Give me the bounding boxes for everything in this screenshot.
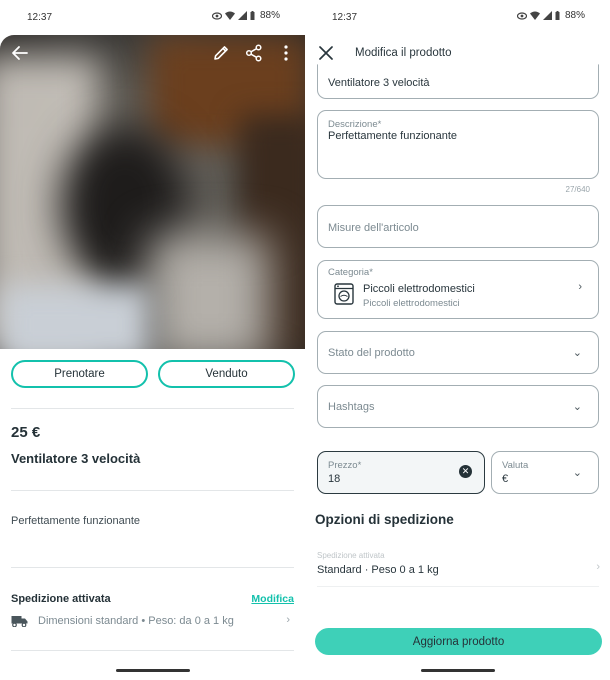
measures-placeholder: Misure dell'articolo xyxy=(328,222,419,234)
hashtags-select[interactable]: Hashtags ⌄ xyxy=(317,385,599,428)
title-field[interactable]: Ventilatore 3 velocità xyxy=(317,64,599,99)
signal-icon xyxy=(542,11,552,20)
back-arrow-icon[interactable] xyxy=(10,43,30,63)
shipping-option-value[interactable]: Standard · Peso 0 a 1 kg xyxy=(317,564,439,576)
divider xyxy=(11,490,294,491)
divider xyxy=(317,586,599,587)
hashtags-placeholder: Hashtags xyxy=(328,401,375,413)
washing-machine-icon xyxy=(334,283,354,310)
close-icon[interactable] xyxy=(319,46,333,65)
battery-icon xyxy=(555,11,560,20)
condition-select[interactable]: Stato del prodotto ⌄ xyxy=(317,331,599,374)
product-detail-screen: 12:37 88% Prenotare Venduto 25 € Ventila… xyxy=(0,0,305,680)
product-price: 25 € xyxy=(11,424,41,441)
shipping-details-row[interactable]: Dimensioni standard • Peso: da 0 a 1 kg … xyxy=(11,613,294,629)
sold-button[interactable]: Venduto xyxy=(158,360,295,388)
chevron-down-icon: ⌄ xyxy=(572,401,582,413)
edit-product-screen: 12:37 88% Modifica il prodotto Ventilato… xyxy=(305,0,610,680)
battery-percent: 88% xyxy=(259,10,280,21)
more-vertical-icon[interactable] xyxy=(276,43,296,63)
wifi-icon xyxy=(529,11,540,20)
category-label: Categoria* xyxy=(328,267,373,278)
status-time: 12:37 xyxy=(332,12,358,23)
description-field[interactable]: Descrizione* Perfettamente funzionante xyxy=(317,110,599,179)
currency-label: Valuta xyxy=(502,460,529,471)
chevron-down-icon: ⌄ xyxy=(572,467,582,479)
currency-value: € xyxy=(502,473,509,485)
battery-percent: 88% xyxy=(564,10,585,21)
price-input[interactable]: Prezzo* 18 ✕ xyxy=(317,451,485,494)
share-icon[interactable] xyxy=(244,43,264,63)
price-label: Prezzo* xyxy=(328,460,362,471)
title-value: Ventilatore 3 velocità xyxy=(328,77,430,89)
shipping-option-label: Spedizione attivata xyxy=(317,551,385,560)
signal-icon xyxy=(237,11,247,20)
price-value: 18 xyxy=(328,473,341,485)
description-value: Perfettamente funzionante xyxy=(328,130,458,142)
category-field[interactable]: Categoria* Piccoli elettrodomestici Picc… xyxy=(317,260,599,319)
shipping-section-title: Opzioni di spedizione xyxy=(315,512,454,527)
shipping-details: Dimensioni standard • Peso: da 0 a 1 kg xyxy=(38,615,234,627)
status-bar: 12:37 88% xyxy=(0,0,305,34)
chevron-down-icon: ⌄ xyxy=(572,347,582,359)
home-indicator[interactable] xyxy=(115,669,190,672)
status-icons: 88% xyxy=(516,10,585,21)
eye-icon xyxy=(211,11,222,20)
pencil-icon[interactable] xyxy=(211,43,231,63)
update-product-button[interactable]: Aggiorna prodotto xyxy=(315,628,602,655)
status-icons: 88% xyxy=(211,10,280,21)
divider xyxy=(11,567,294,568)
currency-select[interactable]: Valuta € ⌄ xyxy=(491,451,599,494)
wifi-icon xyxy=(224,11,235,20)
battery-icon xyxy=(250,11,255,20)
category-subvalue: Piccoli elettrodomestici xyxy=(363,298,460,309)
description-counter: 27/640 xyxy=(565,185,590,194)
eye-icon xyxy=(516,11,527,20)
category-value: Piccoli elettrodomestici xyxy=(363,283,475,295)
truck-icon xyxy=(11,616,28,627)
chevron-right-icon: › xyxy=(286,614,290,626)
divider xyxy=(11,650,294,651)
status-time: 12:37 xyxy=(27,12,53,23)
description-label: Descrizione* xyxy=(328,119,382,130)
product-photo[interactable] xyxy=(0,35,305,349)
home-indicator[interactable] xyxy=(420,669,495,672)
reserve-button[interactable]: Prenotare xyxy=(11,360,148,388)
product-description: Perfettamente funzionante xyxy=(11,515,141,527)
clear-icon[interactable]: ✕ xyxy=(459,465,472,478)
chevron-right-icon: › xyxy=(578,281,582,293)
condition-placeholder: Stato del prodotto xyxy=(328,347,415,359)
shipping-title: Spedizione attivata xyxy=(11,593,111,605)
shipping-edit-link[interactable]: Modifica xyxy=(251,593,294,605)
chevron-right-icon[interactable]: › xyxy=(596,561,600,573)
product-title: Ventilatore 3 velocità xyxy=(11,451,141,466)
divider xyxy=(11,408,294,409)
measures-field[interactable]: Misure dell'articolo xyxy=(317,205,599,248)
edit-header: Modifica il prodotto xyxy=(305,40,610,66)
status-bar: 12:37 88% xyxy=(305,0,610,34)
page-title: Modifica il prodotto xyxy=(355,47,452,59)
photo-toolbar xyxy=(0,35,305,71)
